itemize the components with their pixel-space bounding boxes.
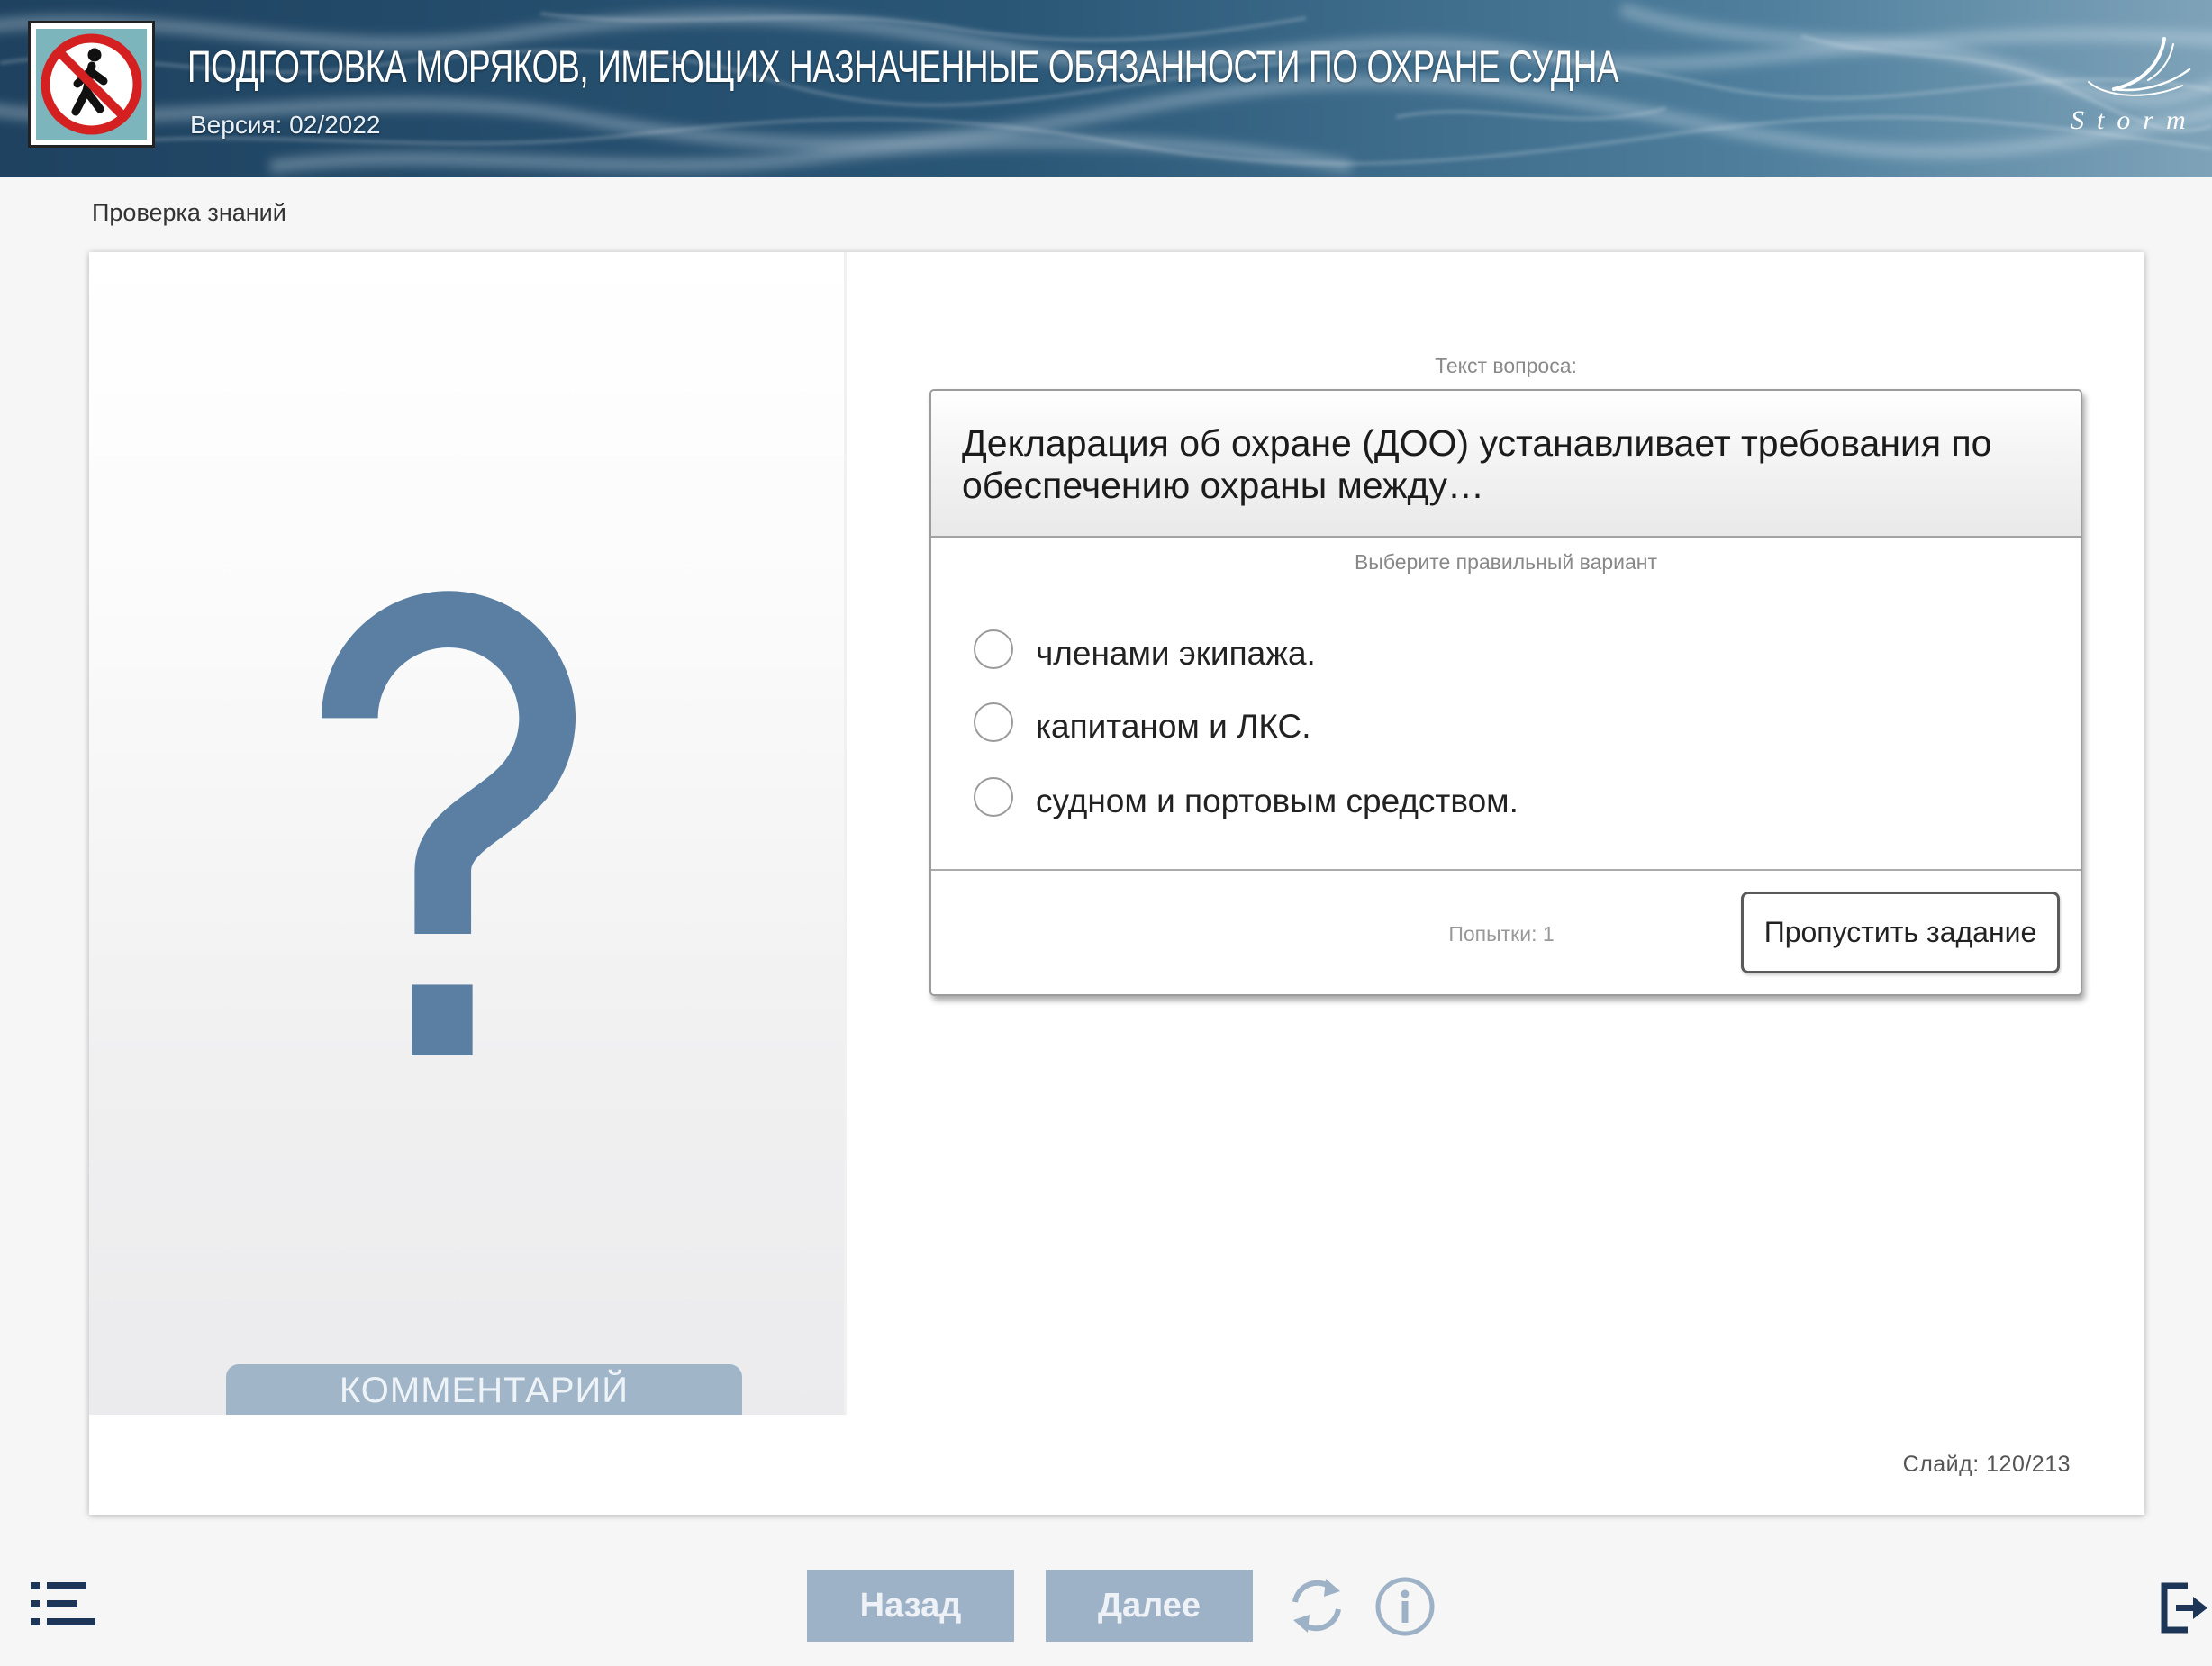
question-instruction: Выберите правильный вариант xyxy=(1354,550,1658,574)
answer-option-label[interactable]: судном и портовым средством. xyxy=(1036,782,1518,821)
storm-brand-logo: Storm xyxy=(2071,37,2198,135)
course-version: Версия: 02/2022 xyxy=(190,111,381,139)
back-button[interactable]: Назад xyxy=(807,1570,1014,1642)
course-header: ПОДГОТОВКА МОРЯКОВ, ИМЕЮЩИХ НАЗНАЧЕННЫЕ … xyxy=(0,0,2212,177)
radio-button[interactable] xyxy=(974,777,1013,817)
question-header: Декларация об охране (ДОО) устанавливает… xyxy=(931,391,2081,538)
next-button[interactable]: Далее xyxy=(1046,1570,1253,1642)
question-box: Декларация об охране (ДОО) устанавливает… xyxy=(929,389,2082,996)
illustration-panel: КОММЕНТАРИЙ xyxy=(89,252,847,1415)
question-text: Декларация об охране (ДОО) устанавливает… xyxy=(962,422,1992,506)
attempts-counter: Попытки: 1 xyxy=(1448,922,1555,946)
course-title: ПОДГОТОВКА МОРЯКОВ, ИМЕЮЩИХ НАЗНАЧЕННЫЕ … xyxy=(187,41,1619,92)
question-footer-divider xyxy=(931,869,2081,871)
answer-option[interactable]: капитаном и ЛКС. xyxy=(974,702,2009,745)
question-mark-icon xyxy=(322,591,576,1055)
course-title-container: ПОДГОТОВКА МОРЯКОВ, ИМЕЮЩИХ НАЗНАЧЕННЫЕ … xyxy=(187,40,2122,94)
menu-list-icon[interactable] xyxy=(31,1582,95,1625)
answer-option[interactable]: судном и портовым средством. xyxy=(974,777,2009,819)
course-logo-no-pedestrian-sign-icon xyxy=(28,21,155,148)
radio-button[interactable] xyxy=(974,702,1013,742)
brand-logo-text: Storm xyxy=(2071,105,2198,135)
comment-tab[interactable]: КОММЕНТАРИЙ xyxy=(226,1364,742,1415)
question-caption: Текст вопроса: xyxy=(1435,354,1577,377)
answer-option-label[interactable]: членами экипажа. xyxy=(1036,634,1316,674)
answer-option[interactable]: членами экипажа. xyxy=(974,629,2009,672)
answer-option-label[interactable]: капитаном и ЛКС. xyxy=(1036,707,1311,747)
radio-button[interactable] xyxy=(974,629,1013,669)
slide-card: КОММЕНТАРИЙ Текст вопроса: Декларация об… xyxy=(89,252,2144,1515)
exit-icon[interactable] xyxy=(2161,1582,2207,1634)
skip-task-button[interactable]: Пропустить задание xyxy=(1741,892,2060,973)
info-icon[interactable] xyxy=(1375,1577,1435,1636)
refresh-icon[interactable] xyxy=(1286,1575,1347,1636)
slide-counter: Слайд: 120/213 xyxy=(1902,1452,2071,1477)
section-title: Проверка знаний xyxy=(92,199,286,226)
